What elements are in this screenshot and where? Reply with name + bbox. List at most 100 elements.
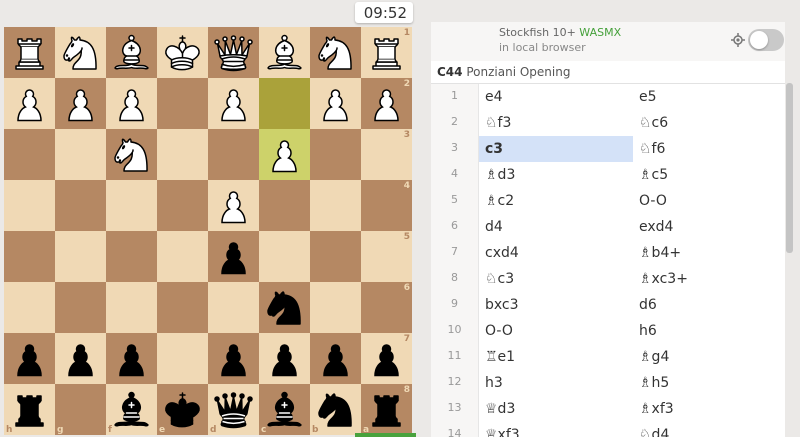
square-g8[interactable]: g (55, 384, 106, 435)
black-knight-icon[interactable] (313, 387, 358, 432)
white-move[interactable]: c3 (479, 136, 633, 162)
square-h4[interactable] (4, 180, 55, 231)
black-queen-icon[interactable] (211, 387, 256, 432)
square-c6[interactable] (259, 282, 310, 333)
square-b4[interactable] (310, 180, 361, 231)
square-h6[interactable] (4, 282, 55, 333)
square-g7[interactable] (55, 333, 106, 384)
square-g4[interactable] (55, 180, 106, 231)
square-f4[interactable] (106, 180, 157, 231)
square-a5[interactable]: 5 (361, 231, 412, 282)
square-f3[interactable] (106, 129, 157, 180)
white-move[interactable]: h3 (479, 370, 633, 396)
white-move[interactable]: ♖e1 (479, 344, 633, 370)
black-rook-icon[interactable] (364, 387, 409, 432)
square-f2[interactable] (106, 78, 157, 129)
square-h7[interactable] (4, 333, 55, 384)
white-pawn-icon[interactable] (7, 81, 52, 126)
square-c4[interactable] (259, 180, 310, 231)
square-c5[interactable] (259, 231, 310, 282)
black-king-icon[interactable] (160, 387, 205, 432)
square-f8[interactable]: f (106, 384, 157, 435)
square-e1[interactable] (157, 27, 208, 78)
square-c7[interactable] (259, 333, 310, 384)
square-d1[interactable] (208, 27, 259, 78)
black-pawn-icon[interactable] (313, 336, 358, 381)
square-c8[interactable]: c (259, 384, 310, 435)
square-g2[interactable] (55, 78, 106, 129)
move-list-scrollbar[interactable] (786, 83, 793, 253)
white-rook-icon[interactable] (364, 30, 409, 75)
black-move[interactable]: e5 (633, 84, 785, 110)
square-g3[interactable] (55, 129, 106, 180)
square-f6[interactable] (106, 282, 157, 333)
black-pawn-icon[interactable] (109, 336, 154, 381)
square-a3[interactable]: 3 (361, 129, 412, 180)
square-a1[interactable]: 1 (361, 27, 412, 78)
square-c3[interactable] (259, 129, 310, 180)
square-h1[interactable] (4, 27, 55, 78)
white-move[interactable]: e4 (479, 84, 633, 110)
square-a7[interactable]: 7 (361, 333, 412, 384)
square-e7[interactable] (157, 333, 208, 384)
square-e6[interactable] (157, 282, 208, 333)
engine-toggle[interactable] (748, 29, 784, 51)
square-b1[interactable] (310, 27, 361, 78)
square-b5[interactable] (310, 231, 361, 282)
square-h5[interactable] (4, 231, 55, 282)
white-queen-icon[interactable] (211, 30, 256, 75)
white-bishop-icon[interactable] (109, 30, 154, 75)
white-pawn-icon[interactable] (211, 183, 256, 228)
white-pawn-icon[interactable] (211, 81, 256, 126)
square-f5[interactable] (106, 231, 157, 282)
black-pawn-icon[interactable] (58, 336, 103, 381)
square-h8[interactable]: h (4, 384, 55, 435)
white-move[interactable]: ♕d3 (479, 396, 633, 422)
black-move[interactable]: d6 (633, 292, 785, 318)
square-a4[interactable]: 4 (361, 180, 412, 231)
square-e5[interactable] (157, 231, 208, 282)
square-b3[interactable] (310, 129, 361, 180)
black-move[interactable]: ♘f6 (633, 136, 785, 162)
square-d7[interactable] (208, 333, 259, 384)
square-c2[interactable] (259, 78, 310, 129)
square-e2[interactable] (157, 78, 208, 129)
square-e8[interactable]: e (157, 384, 208, 435)
white-pawn-icon[interactable] (109, 81, 154, 126)
square-b7[interactable] (310, 333, 361, 384)
black-pawn-icon[interactable] (364, 336, 409, 381)
white-king-icon[interactable] (160, 30, 205, 75)
black-move[interactable]: O-O (633, 188, 785, 214)
white-knight-icon[interactable] (109, 132, 154, 177)
white-move[interactable]: ♘f3 (479, 110, 633, 136)
black-knight-icon[interactable] (262, 285, 307, 330)
black-move[interactable]: exd4 (633, 214, 785, 240)
square-c1[interactable] (259, 27, 310, 78)
square-a8[interactable]: 8a (361, 384, 412, 435)
black-pawn-icon[interactable] (211, 336, 256, 381)
chess-board[interactable]: 1 2 3 4 5 6 7 h g f e d c b 8a (4, 27, 412, 435)
black-move[interactable]: ♗h5 (633, 370, 785, 396)
white-move[interactable]: ♘c3 (479, 266, 633, 292)
white-move[interactable]: d4 (479, 214, 633, 240)
black-move[interactable]: ♗xc3+ (633, 266, 785, 292)
black-move[interactable]: ♘c6 (633, 110, 785, 136)
black-pawn-icon[interactable] (262, 336, 307, 381)
white-move[interactable]: bxc3 (479, 292, 633, 318)
white-pawn-icon[interactable] (313, 81, 358, 126)
white-bishop-icon[interactable] (262, 30, 307, 75)
square-g6[interactable] (55, 282, 106, 333)
square-d3[interactable] (208, 129, 259, 180)
square-d2[interactable] (208, 78, 259, 129)
white-move[interactable]: cxd4 (479, 240, 633, 266)
white-pawn-icon[interactable] (364, 81, 409, 126)
square-f7[interactable] (106, 333, 157, 384)
square-g1[interactable] (55, 27, 106, 78)
square-d4[interactable] (208, 180, 259, 231)
crosshair-icon[interactable] (731, 33, 745, 47)
square-d8[interactable]: d (208, 384, 259, 435)
black-pawn-icon[interactable] (211, 234, 256, 279)
square-a6[interactable]: 6 (361, 282, 412, 333)
white-move[interactable]: ♗d3 (479, 162, 633, 188)
square-h3[interactable] (4, 129, 55, 180)
